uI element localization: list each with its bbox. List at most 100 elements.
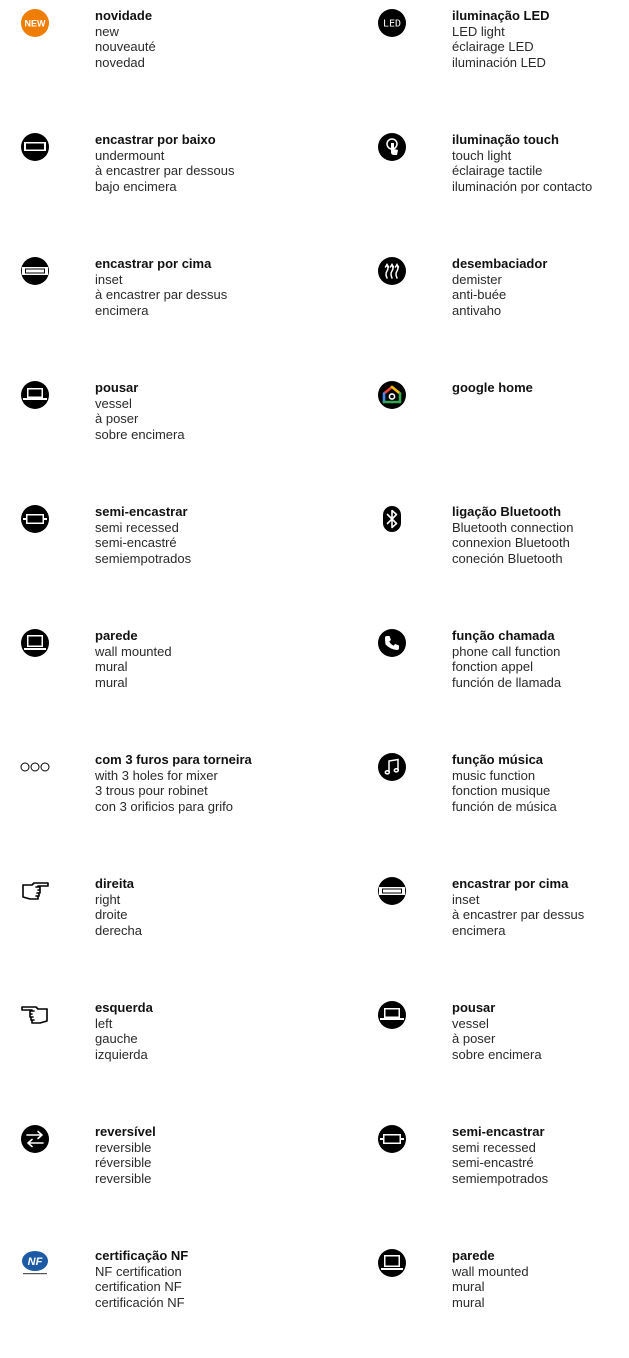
inset-icon: [20, 256, 50, 286]
bluetooth-icon: [377, 504, 407, 534]
label-es: encimera: [452, 922, 506, 938]
legend-item-text: esquerda left gauche izquierda: [95, 1000, 153, 1062]
label-pt: pousar: [95, 380, 139, 395]
label-fr: anti-buée: [452, 287, 507, 302]
legend-item-text: com 3 furos para torneira with 3 holes fo…: [95, 752, 252, 814]
new-badge-icon: NEW: [20, 8, 50, 38]
google-home-icon: [377, 380, 407, 410]
label-pt: parede: [452, 1248, 495, 1263]
label-fr: certification NF: [95, 1279, 182, 1294]
label-en: vessel: [95, 395, 132, 411]
legend-item: parede wall mounted mural mural: [20, 628, 280, 738]
legend-item-text: semi-encastrar semi recessed semi-encastré…: [452, 1124, 548, 1186]
semi-recessed-icon: [20, 504, 50, 534]
label-pt: parede: [95, 628, 138, 643]
legend-item-text: pousar vessel à poser sobre encimera: [95, 380, 185, 442]
legend-item: iluminação touch touch light éclairage tac…: [377, 132, 629, 242]
label-fr: fonction appel: [452, 659, 533, 674]
label-es: novedad: [95, 54, 145, 70]
label-fr: réversible: [95, 1155, 152, 1170]
legend-item-text: iluminação touch touch light éclairage tac…: [452, 132, 592, 194]
label-es: antivaho: [452, 302, 502, 318]
label-en: inset: [95, 271, 123, 287]
legend-item: encastrar por cima inset à encastrer par d…: [377, 876, 629, 986]
label-fr: à encastrer par dessus: [95, 287, 228, 302]
legend-item-text: google home: [452, 380, 533, 396]
label-es: semiempotrados: [95, 550, 192, 566]
label-en: demister: [452, 271, 502, 287]
legend-item: google home: [377, 380, 629, 490]
phone-icon: [377, 628, 407, 658]
label-en: vessel: [452, 1015, 489, 1031]
label-pt: pousar: [452, 1000, 496, 1015]
label-en: semi recessed: [452, 1139, 536, 1155]
legend-item-text: encastrar por cima inset à encastrer par d…: [452, 876, 584, 938]
icon-legend: NEW novidade new nouveauté novedad encastrar…: [0, 0, 629, 1331]
demister-icon: [377, 256, 407, 286]
wall-mounted-icon: [377, 1248, 407, 1278]
label-es: con 3 orificios para grifo: [95, 798, 234, 814]
label-es: certificación NF: [95, 1294, 185, 1310]
legend-item: encastrar por baixo undermount à encastrer…: [20, 132, 280, 242]
label-pt: encastrar por cima: [452, 876, 569, 891]
legend-item: LED iluminação LED LED light éclairage LED i…: [377, 8, 629, 118]
label-es: sobre encimera: [452, 1046, 542, 1062]
legend-item-text: parede wall mounted mural mural: [95, 628, 172, 690]
legend-item-text: desembaciador demister anti-buée antivaho: [452, 256, 547, 318]
legend-item-text: função música music function fonction musi…: [452, 752, 557, 814]
label-fr: mural: [452, 1279, 485, 1294]
label-pt: certificação NF: [95, 1248, 189, 1263]
label-pt: iluminação touch: [452, 132, 559, 147]
label-fr: mural: [95, 659, 128, 674]
legend-item-text: encastrar por baixo undermount à encastrer…: [95, 132, 234, 194]
label-es: función de llamada: [452, 674, 562, 690]
label-fr: semi-encastré: [452, 1155, 534, 1170]
label-en: right: [95, 891, 121, 907]
label-en: reversible: [95, 1139, 152, 1155]
label-pt: função chamada: [452, 628, 555, 643]
label-fr: 3 trous pour robinet: [95, 783, 208, 798]
label-en: new: [95, 23, 119, 39]
label-pt: semi-encastrar: [452, 1124, 545, 1139]
legend-item-text: função chamada phone call function fonctio…: [452, 628, 561, 690]
label-en: phone call function: [452, 643, 561, 659]
legend-item: direita right droite derecha: [20, 876, 280, 986]
legend-item: parede wall mounted mural mural: [377, 1248, 629, 1358]
label-en: LED light: [452, 23, 505, 39]
legend-item: função chamada phone call function fonctio…: [377, 628, 629, 738]
touch-light-icon: [377, 132, 407, 162]
legend-item: semi-encastrar semi recessed semi-encastré…: [377, 1124, 629, 1234]
label-pt: desembaciador: [452, 256, 548, 271]
legend-item: esquerda left gauche izquierda: [20, 1000, 280, 1110]
label-fr: à encastrer par dessus: [452, 907, 585, 922]
label-en: left: [95, 1015, 113, 1031]
label-es: mural: [95, 674, 128, 690]
label-pt: função música: [452, 752, 544, 767]
svg-text:NF: NF: [28, 1256, 43, 1268]
legend-item: desembaciador demister anti-buée antivaho: [377, 256, 629, 366]
label-fr: nouveauté: [95, 39, 156, 54]
hand-right-icon: [20, 876, 50, 906]
label-es: bajo encimera: [95, 178, 177, 194]
legend-item-text: novidade new nouveauté novedad: [95, 8, 156, 70]
label-fr: gauche: [95, 1031, 138, 1046]
label-es: encimera: [95, 302, 149, 318]
label-fr: à poser: [452, 1031, 496, 1046]
label-en: music function: [452, 767, 536, 783]
label-es: reversible: [95, 1170, 152, 1186]
vessel-icon: [377, 1000, 407, 1030]
legend-item-text: pousar vessel à poser sobre encimera: [452, 1000, 542, 1062]
label-es: iluminación LED: [452, 54, 546, 70]
label-fr: à encastrer par dessous: [95, 163, 235, 178]
label-es: sobre encimera: [95, 426, 185, 442]
label-pt: novidade: [95, 8, 153, 23]
legend-item: função música music function fonction musi…: [377, 752, 629, 862]
legend-item: reversível reversible réversible reversible: [20, 1124, 280, 1234]
label-es: función de música: [452, 798, 557, 814]
legend-item-text: parede wall mounted mural mural: [452, 1248, 529, 1310]
legend-item-text: encastrar por cima inset à encastrer par d…: [95, 256, 227, 318]
led-icon: LED: [377, 8, 407, 38]
label-es: izquierda: [95, 1046, 148, 1062]
legend-item: NF certificação NF NF certification certif…: [20, 1248, 280, 1358]
label-pt: encastrar por baixo: [95, 132, 216, 147]
